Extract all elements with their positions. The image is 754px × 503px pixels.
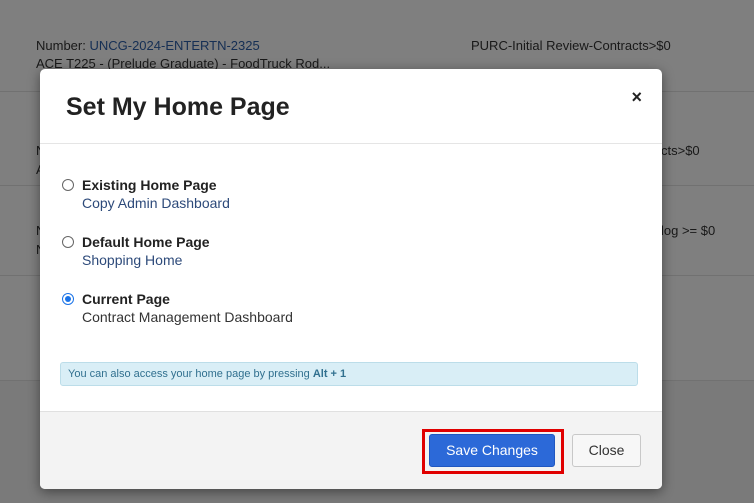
close-icon[interactable]: ×: [631, 87, 642, 108]
option-default-home-page[interactable]: Default Home Page Shopping Home: [60, 234, 640, 291]
radio-existing-home-page[interactable]: [62, 179, 74, 191]
save-changes-button[interactable]: Save Changes: [429, 434, 555, 467]
option-label: Default Home Page: [82, 234, 210, 250]
option-existing-home-page[interactable]: Existing Home Page Copy Admin Dashboard: [60, 177, 640, 234]
option-label: Existing Home Page: [82, 177, 217, 193]
dialog-footer: Save Changes Close: [40, 411, 662, 489]
option-value: Contract Management Dashboard: [82, 309, 293, 325]
option-current-page[interactable]: Current Page Contract Management Dashboa…: [60, 291, 640, 348]
info-alert: You can also access your home page by pr…: [60, 362, 638, 386]
home-page-options: Existing Home Page Copy Admin Dashboard …: [60, 177, 640, 348]
radio-current-page[interactable]: [62, 293, 74, 305]
dialog-title: Set My Home Page: [66, 93, 290, 121]
shortcut-key: Alt + 1: [312, 368, 347, 380]
option-value-link[interactable]: Copy Admin Dashboard: [82, 195, 230, 211]
option-label: Current Page: [82, 291, 170, 307]
close-button[interactable]: Close: [572, 434, 641, 467]
info-text: You can also access your home page by pr…: [68, 368, 313, 380]
dialog-header: Set My Home Page ×: [40, 69, 662, 144]
set-home-page-dialog: Set My Home Page × Existing Home Page Co…: [40, 69, 662, 489]
radio-default-home-page[interactable]: [62, 236, 74, 248]
option-value-link[interactable]: Shopping Home: [82, 252, 182, 268]
